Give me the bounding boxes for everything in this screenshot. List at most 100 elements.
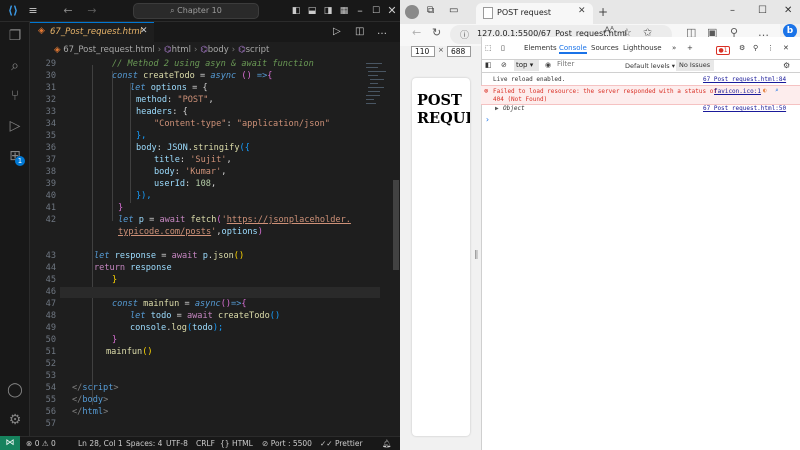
viewport-height-input[interactable]: 688 (447, 46, 471, 57)
minimize-icon[interactable]: – (730, 5, 735, 16)
more-tabs-icon[interactable]: » (672, 44, 676, 52)
maximize-icon[interactable]: ☐ (370, 0, 382, 22)
minimap[interactable] (362, 59, 392, 179)
connection-icon[interactable]: ⚲ (753, 44, 758, 52)
split-editor-icon[interactable]: ◫ (355, 26, 364, 37)
insights-icon[interactable]: ◐ (763, 87, 767, 94)
language-mode[interactable]: {} HTML (220, 437, 253, 450)
new-tab-icon[interactable]: + (598, 5, 608, 19)
forward-arrow-icon[interactable]: → (86, 0, 98, 22)
code-editor[interactable]: 29 30 31 32 33 34 35 36 37 38 39 40 41 4… (30, 59, 392, 429)
levels-label: Default levels (625, 62, 670, 70)
close-window-icon[interactable]: ✕ (386, 0, 398, 22)
search-sidebar-icon[interactable]: ⌕ (5, 56, 25, 76)
inspect-icon[interactable]: ⬚ (485, 44, 492, 52)
explorer-icon[interactable]: ❐ (5, 26, 25, 46)
add-tab-icon[interactable]: + (687, 44, 693, 52)
read-aloud-icon[interactable]: Aᴬ (604, 26, 614, 36)
tab-lighthouse[interactable]: Lighthouse (623, 44, 662, 52)
paren-token: () (269, 311, 281, 321)
menu-icon[interactable]: ≡ (26, 0, 40, 22)
more-options-icon[interactable]: ⋮ (767, 44, 774, 52)
dimension-separator: × (438, 46, 444, 54)
prettier-status[interactable]: ✓✓ Prettier (320, 437, 363, 450)
viewport-content: POST REQUES (412, 78, 470, 436)
info-icon[interactable]: ⓘ (460, 28, 469, 41)
tab-elements[interactable]: Elements (524, 44, 557, 52)
maximize-icon[interactable]: ☐ (758, 5, 767, 16)
settings-gear-icon[interactable]: ⚙ (5, 410, 25, 430)
context-selector[interactable]: top ▾ (514, 60, 539, 71)
tab-actions-icon[interactable]: ▭ (449, 5, 458, 16)
line-number: 40 (45, 191, 56, 201)
eol-status[interactable]: CRLF (196, 437, 215, 450)
breadcrumb-html[interactable]: html (172, 45, 191, 55)
message-source-link[interactable]: 67_Post_request.html:84 (703, 76, 786, 83)
remote-indicator-icon[interactable]: ⋈ (0, 436, 20, 450)
editor-tab-active[interactable]: ◈ 67_Post_request.html ✕ (30, 22, 154, 42)
live-server-port[interactable]: ⊘ Port : 5500 (262, 437, 312, 450)
back-arrow-icon[interactable]: ← (412, 26, 421, 39)
close-tab-icon[interactable]: ✕ (578, 6, 586, 16)
paren-token: ({ (239, 143, 250, 153)
more-actions-icon[interactable]: … (377, 26, 387, 37)
devtools-settings-icon[interactable]: ⚙ (739, 44, 745, 52)
keyword-token: await (171, 251, 198, 261)
console-prompt[interactable]: › (481, 115, 800, 125)
viewport-width-input[interactable]: 110 (411, 46, 435, 57)
profile-avatar[interactable] (405, 5, 419, 19)
close-tab-icon[interactable]: ✕ (140, 26, 148, 36)
problems-indicator[interactable]: ⊗ 0 ⚠ 0 (26, 437, 56, 450)
url-token[interactable]: typicode.com/posts (118, 227, 211, 237)
cursor-position[interactable]: Ln 28, Col 1 (78, 437, 123, 450)
breadcrumb-script[interactable]: script (246, 45, 270, 55)
sidebar-toggle-icon[interactable]: ◧ (485, 61, 492, 69)
tab-sources[interactable]: Sources (591, 44, 619, 52)
encoding-status[interactable]: UTF-8 (166, 437, 188, 450)
workspaces-icon[interactable]: ⧉ (427, 5, 434, 16)
run-icon[interactable]: ▷ (333, 26, 341, 37)
issues-button[interactable]: No Issues (676, 60, 714, 71)
live-expression-eye-icon[interactable]: ◉ (545, 61, 551, 69)
message-source-link[interactable]: favicon.ico:1 (714, 88, 761, 95)
message-text: Live reload enabled. (493, 76, 566, 83)
scrollbar-thumb[interactable] (393, 180, 399, 270)
error-badge[interactable]: ●1 (716, 46, 730, 55)
indentation-status[interactable]: Spaces: 4 (126, 437, 162, 450)
notifications-bell-icon[interactable]: 🔔︎ (382, 437, 392, 450)
customize-layout-icon[interactable]: ▦ (338, 0, 350, 22)
minimize-icon[interactable]: – (354, 0, 366, 22)
layout-panel-icon[interactable]: ⬓ (306, 0, 318, 22)
breadcrumb-body[interactable]: body (208, 45, 229, 55)
refresh-icon[interactable]: ↻ (432, 26, 441, 39)
resize-handle-icon[interactable]: ‖ (474, 250, 479, 260)
expand-triangle-icon[interactable]: ▶ (495, 105, 499, 112)
source-control-icon[interactable]: ⑂ (5, 86, 25, 106)
layout-sidebar-icon[interactable]: ◧ (290, 0, 302, 22)
console-filter-input[interactable]: Filter (557, 60, 619, 71)
string-token: "application/json" (236, 119, 330, 129)
operator-token: , (226, 155, 232, 165)
warning-count: 0 (50, 439, 56, 448)
line-number: 30 (45, 71, 56, 81)
message-text[interactable]: Object (503, 105, 525, 112)
console-settings-icon[interactable]: ⚙ (783, 61, 790, 70)
breadcrumb-element-icon: ⌬ (164, 45, 172, 55)
clear-console-icon[interactable]: ⊘ (501, 61, 507, 69)
layout-secondary-icon[interactable]: ◨ (322, 0, 334, 22)
breadcrumb-file[interactable]: 67_Post_request.html (63, 45, 154, 55)
device-toolbar-icon[interactable]: ▯ (501, 44, 505, 52)
tab-console[interactable]: Console (559, 44, 587, 54)
close-devtools-icon[interactable]: ✕ (783, 44, 789, 52)
account-icon[interactable]: ◯ (5, 380, 25, 400)
message-source-link[interactable]: 67_Post_request.html:50 (703, 105, 786, 112)
log-levels-dropdown[interactable]: Default levels ▾ (625, 62, 675, 70)
run-debug-icon[interactable]: ▷ (5, 116, 25, 136)
close-window-icon[interactable]: ✕ (784, 5, 792, 16)
back-arrow-icon[interactable]: ← (62, 0, 74, 22)
command-center-search[interactable]: ⌕ Chapter 10 (133, 3, 259, 19)
paren-token: () (233, 251, 245, 261)
url-token[interactable]: https://jsonplaceholder. (227, 215, 351, 225)
copilot-icon[interactable]: b (783, 24, 797, 38)
search-icon[interactable]: ⌕ (775, 87, 779, 94)
